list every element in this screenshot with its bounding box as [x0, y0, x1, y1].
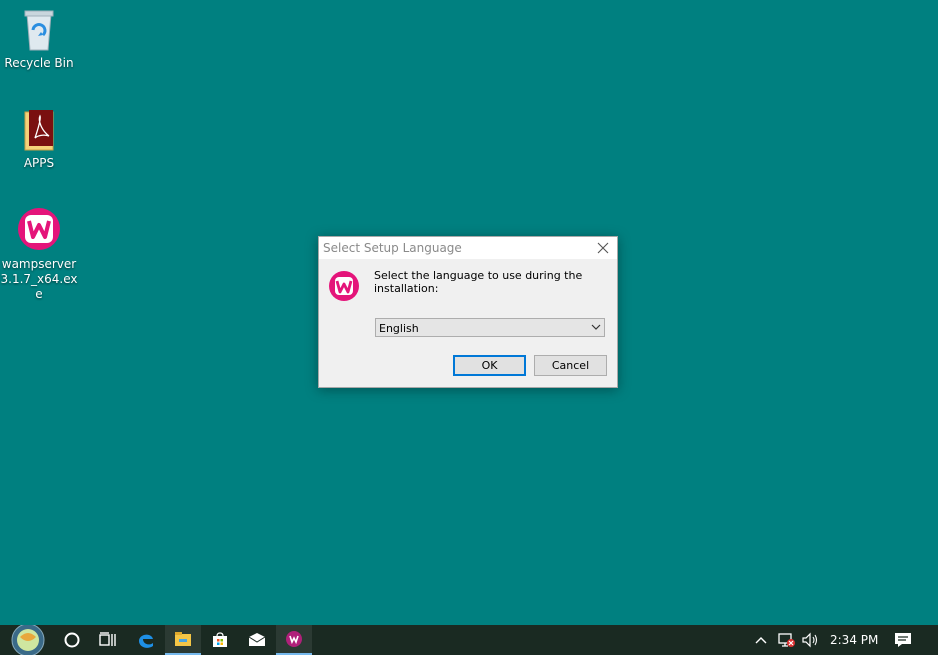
folder-icon: [24, 110, 54, 151]
setup-language-dialog: Select Setup Language Select the languag…: [318, 236, 618, 388]
wampserver-logo-icon: [329, 271, 359, 301]
network-disconnected-icon[interactable]: [778, 632, 796, 648]
taskbar: 2:34 PM: [0, 625, 938, 655]
cortana-icon: [64, 632, 80, 648]
mail-button[interactable]: [239, 625, 275, 655]
task-view-icon: [99, 632, 116, 646]
file-explorer-icon: [175, 632, 191, 646]
language-select-value: English: [379, 322, 419, 335]
apps-label: APPS: [23, 156, 55, 170]
dialog-titlebar[interactable]: Select Setup Language: [319, 237, 617, 259]
mail-icon: [248, 633, 266, 646]
edge-icon: [139, 634, 153, 648]
volume-icon[interactable]: [801, 632, 819, 648]
chevron-up-icon[interactable]: [754, 634, 768, 646]
wampserver-installer[interactable]: wampserver3.1.7_x64.exe: [0, 205, 78, 302]
wampserver-taskbar-button[interactable]: [276, 625, 312, 655]
recycle-bin-icon: [24, 10, 54, 51]
start-icon: [11, 625, 45, 655]
language-select[interactable]: English: [375, 318, 605, 337]
chevron-down-icon: [591, 324, 601, 330]
clock[interactable]: 2:34 PM: [830, 633, 878, 647]
store-icon: [213, 632, 227, 647]
wampserver-label: wampserver3.1.7_x64.exe: [0, 257, 78, 301]
dialog-title: Select Setup Language: [323, 241, 462, 255]
action-center-icon[interactable]: [894, 632, 912, 648]
cortana-button[interactable]: [54, 625, 90, 655]
store-button[interactable]: [202, 625, 238, 655]
file-explorer-button[interactable]: [165, 625, 201, 655]
start-button[interactable]: [8, 625, 48, 655]
wampserver-icon: [18, 208, 60, 250]
dialog-prompt: Select the language to use during the in…: [374, 269, 583, 295]
wampserver-icon: [286, 631, 302, 647]
task-view-button[interactable]: [90, 625, 126, 655]
ok-button[interactable]: OK: [453, 355, 526, 376]
recycle-bin-label: Recycle Bin: [4, 56, 74, 70]
close-icon[interactable]: [595, 240, 611, 256]
apps-folder[interactable]: APPS: [0, 108, 78, 171]
recycle-bin[interactable]: Recycle Bin: [0, 8, 78, 71]
edge-button[interactable]: [128, 625, 164, 655]
cancel-button[interactable]: Cancel: [534, 355, 607, 376]
